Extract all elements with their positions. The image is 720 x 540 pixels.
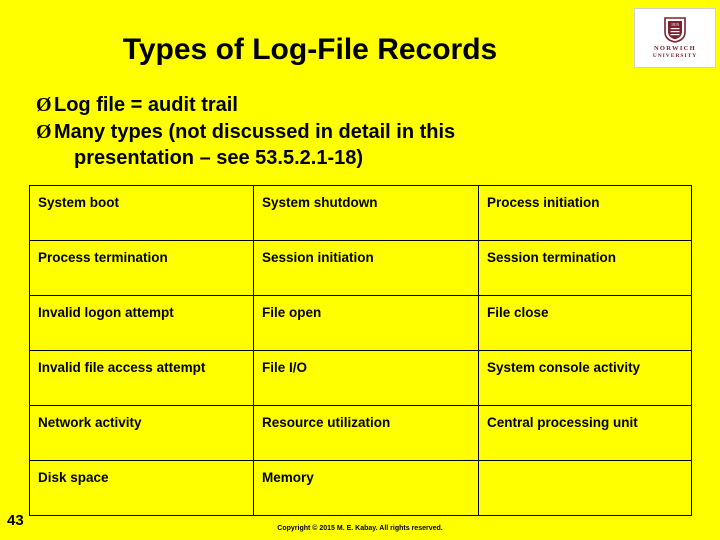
table-cell: Invalid logon attempt (29, 295, 254, 351)
table-cell: System console activity (478, 350, 692, 406)
log-record-types-table: System boot System shutdown Process init… (29, 185, 692, 516)
table-row: System boot System shutdown Process init… (29, 185, 692, 241)
table-cell: Central processing unit (478, 405, 692, 461)
table-cell: Memory (253, 460, 479, 516)
norwich-university-logo: 1819 NORWICH UNIVERSITY (634, 8, 716, 68)
bullet-text: Log file = audit trail (54, 94, 238, 116)
slide-title: Types of Log-File Records (122, 33, 498, 66)
bullet-item: Ø Log file = audit trail (36, 92, 676, 118)
bullet-marker-icon: Ø (36, 94, 52, 116)
table-cell: System shutdown (253, 185, 479, 241)
bullet-marker-icon: Ø (36, 121, 52, 143)
table-row: Process termination Session initiation S… (29, 240, 692, 296)
table-cell: Process initiation (478, 185, 692, 241)
copyright-notice: Copyright © 2015 M. E. Kabay. All rights… (277, 525, 443, 532)
table-row: Network activity Resource utilization Ce… (29, 405, 692, 461)
table-row: Invalid logon attempt File open File clo… (29, 295, 692, 351)
table-cell: Invalid file access attempt (29, 350, 254, 406)
table-cell: System boot (29, 185, 254, 241)
bullet-item: Ø Many types (not discussed in detail in… (36, 119, 676, 171)
table-cell: Session termination (478, 240, 692, 296)
table-row: Invalid file access attempt File I/O Sys… (29, 350, 692, 406)
logo-university-name: NORWICH (653, 45, 697, 52)
table-cell: File open (253, 295, 479, 351)
bullet-text-line1: Many types (not discussed in detail in t… (54, 121, 456, 143)
table-cell: File close (478, 295, 692, 351)
bullet-text: Many types (not discussed in detail in t… (54, 119, 676, 171)
shield-icon: 1819 (664, 17, 686, 43)
logo-university-subtitle: UNIVERSITY (652, 53, 698, 59)
table-cell: File I/O (253, 350, 479, 406)
slide: 1819 NORWICH UNIVERSITY Types of Log-Fil… (0, 0, 720, 540)
table-cell: Network activity (29, 405, 254, 461)
table-cell (478, 460, 692, 516)
bullet-list: Ø Log file = audit trail Ø Many types (n… (36, 92, 676, 172)
bullet-text-line2: presentation – see 53.5.2.1-18) (74, 147, 364, 169)
table-row: Disk space Memory (29, 460, 692, 516)
table-cell: Resource utilization (253, 405, 479, 461)
table-cell: Process termination (29, 240, 254, 296)
svg-text:1819: 1819 (671, 22, 679, 27)
table-cell: Disk space (29, 460, 254, 516)
table-cell: Session initiation (253, 240, 479, 296)
